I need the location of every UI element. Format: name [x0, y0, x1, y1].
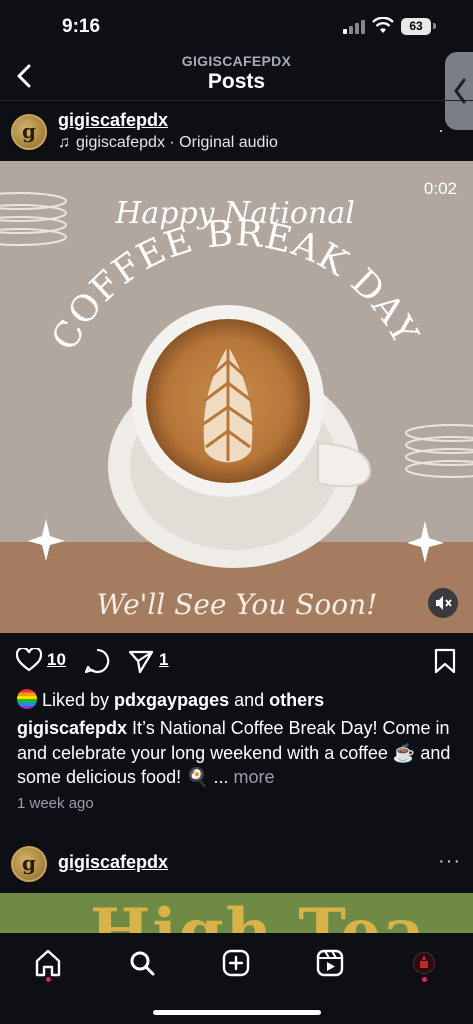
- likes-count[interactable]: 10: [47, 650, 66, 670]
- post-actions: 10 1: [0, 640, 473, 684]
- avatar[interactable]: [11, 114, 47, 150]
- caption: gigiscafepdx It’s National Coffee Break …: [17, 716, 462, 790]
- audio-separator: ·: [164, 134, 180, 151]
- post-media-video[interactable]: Happy National COFFEE BREAK DAY We'll Se…: [0, 161, 473, 633]
- post-header-2: gigiscafepdx ···: [0, 842, 473, 886]
- heart-icon[interactable]: [16, 648, 42, 672]
- cup-handle: [317, 441, 372, 488]
- pride-flag-icon: [17, 689, 37, 709]
- nav-header: GIGISCAFEPDX Posts: [0, 50, 473, 100]
- bookmark-icon[interactable]: [434, 648, 456, 674]
- audio-label: Original audio: [179, 134, 278, 151]
- send-icon[interactable]: [128, 648, 154, 674]
- post2-title-partial: High Tea: [90, 895, 427, 934]
- shares-count[interactable]: 1: [159, 650, 168, 670]
- art-line-3: We'll See You Soon!: [97, 588, 378, 621]
- more-options-icon[interactable]: ·: [438, 120, 444, 141]
- notification-dot: [422, 977, 427, 982]
- cellular-signal-icon: [343, 20, 367, 34]
- status-bar: 9:16 63: [0, 0, 473, 50]
- battery-nub: [433, 23, 436, 29]
- post-header: gigiscafepdx ♫ gigiscafepdx · Original au…: [0, 106, 473, 160]
- liked-others[interactable]: others: [269, 690, 324, 710]
- video-timer: 0:02: [423, 179, 457, 198]
- art-line-1: Happy National: [114, 196, 355, 231]
- speaker-muted-icon[interactable]: [428, 588, 458, 618]
- music-note-icon: ♫: [58, 134, 70, 151]
- post-username-2[interactable]: gigiscafepdx: [58, 852, 168, 873]
- media-artwork: Happy National COFFEE BREAK DAY We'll Se…: [0, 192, 473, 621]
- avatar[interactable]: [11, 846, 47, 882]
- post-username[interactable]: gigiscafepdx: [58, 110, 168, 131]
- caption-more-link[interactable]: more: [234, 767, 275, 787]
- reels-icon[interactable]: [310, 943, 350, 983]
- audio-user: gigiscafepdx: [76, 134, 165, 151]
- battery-indicator: 63: [401, 18, 431, 35]
- post-timestamp: 1 week ago: [17, 795, 94, 812]
- notification-dot: [46, 977, 51, 982]
- plus-square-icon[interactable]: [216, 943, 256, 983]
- page-title: Posts: [207, 70, 266, 93]
- audio-attribution[interactable]: ♫ gigiscafepdx · Original audio: [58, 134, 278, 152]
- liked-prefix: Liked by: [42, 690, 115, 710]
- wifi-icon: [372, 17, 394, 33]
- liked-and: and: [229, 690, 270, 710]
- home-indicator: [153, 1010, 321, 1015]
- liked-by[interactable]: Liked by pdxgaypages and others: [17, 689, 324, 711]
- liked-user[interactable]: pdxgaypages: [114, 690, 229, 710]
- header-divider: [0, 100, 473, 101]
- sparkle-left: [28, 519, 65, 561]
- more-options-icon[interactable]: ···: [438, 850, 461, 873]
- search-icon[interactable]: [122, 943, 162, 983]
- post-media-2[interactable]: High Tea: [0, 893, 473, 933]
- decorative-rings-left: [0, 192, 67, 246]
- decorative-rings-right: [405, 424, 473, 478]
- sparkle-right: [407, 521, 444, 563]
- status-time: 9:16: [62, 16, 101, 37]
- header-account-name: GIGISCAFEPDX: [181, 53, 292, 69]
- comment-icon[interactable]: [84, 648, 110, 674]
- caption-username[interactable]: gigiscafepdx: [17, 718, 127, 738]
